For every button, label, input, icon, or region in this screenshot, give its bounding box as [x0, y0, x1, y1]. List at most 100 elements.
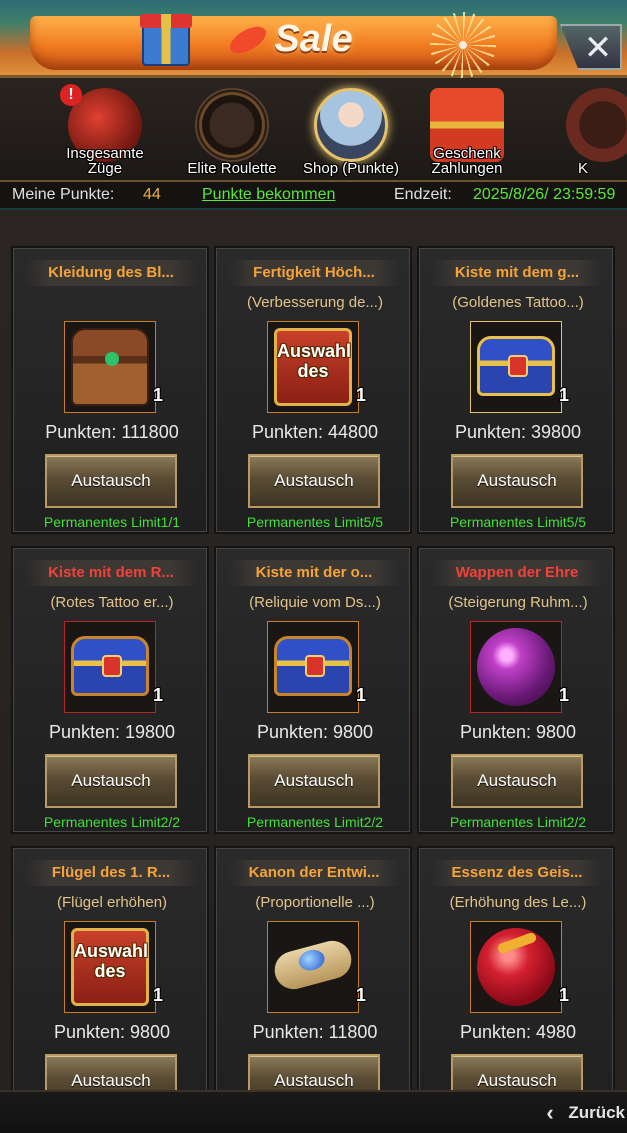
points-value: 44 — [143, 186, 161, 203]
exchange-button[interactable]: Austausch — [451, 454, 583, 508]
item-slot[interactable]: 1 — [470, 921, 569, 1013]
item-slot[interactable]: 1 — [64, 321, 163, 413]
item-title: Kiste mit der o... — [228, 560, 400, 586]
item-slot[interactable]: Auswahl des 1 — [64, 921, 163, 1013]
purchase-limit: Permanentes Limit5/5 — [449, 514, 587, 530]
item-title: Wappen der Ehre — [431, 560, 603, 586]
exchange-button[interactable]: Austausch — [45, 454, 177, 508]
tab-shop-punkte[interactable]: Shop (Punkte) — [296, 84, 406, 180]
hero-portrait-icon — [314, 88, 388, 162]
tab-label: Insgesamte Züge — [66, 145, 144, 177]
scroll-icon — [270, 936, 356, 994]
get-points-link[interactable]: Punkte bekommen — [202, 182, 335, 208]
purchase-limit: Permanentes Limit1/1 — [43, 514, 181, 530]
shop-item-card: Essenz des Geis... (Erhöhung des Le...) … — [417, 846, 615, 1090]
item-slot[interactable]: Auswahl des 1 — [267, 321, 366, 413]
item-subtitle: (Steigerung Ruhm...) — [448, 594, 588, 611]
sale-window: Sale ✕ ! Insgesamte Züge Elite Roulette … — [0, 0, 627, 1133]
item-quantity: 1 — [558, 385, 569, 405]
item-subtitle: (Proportionelle ...) — [255, 894, 375, 911]
tab-insgesamte-zuege[interactable]: ! Insgesamte Züge — [50, 84, 160, 180]
tab-label: Shop (Punkte) — [303, 160, 399, 177]
back-arrow-icon: ‹ — [546, 1100, 554, 1125]
item-price: Punkten: 19800 — [48, 722, 176, 742]
item-slot[interactable]: 1 — [267, 621, 366, 713]
purchase-limit: Permanentes Limit2/2 — [246, 814, 384, 830]
exchange-button[interactable]: Austausch — [248, 754, 380, 808]
selection-chest-icon: Auswahl des — [71, 928, 149, 1006]
gold-chest-icon — [477, 336, 555, 396]
item-price: Punkten: 4980 — [459, 1022, 577, 1042]
item-subtitle: (Flügel erhöhen) — [56, 894, 168, 911]
purchase-limit: Permanentes Limit5/5 — [246, 514, 384, 530]
selection-label: Auswahl des — [277, 341, 352, 381]
back-button[interactable]: ‹ Zurück — [542, 1100, 627, 1126]
end-time-label: Endzeit: — [394, 186, 452, 203]
end-time-value: 2025/8/26/ 23:59:59 — [473, 186, 616, 203]
shop-item-card: Fertigkeit Höch... (Verbesserung de...) … — [214, 246, 412, 534]
tab-elite-roulette[interactable]: Elite Roulette — [177, 84, 287, 180]
item-title: Kleidung des Bl... — [25, 260, 197, 286]
tab-more[interactable]: K — [548, 84, 627, 180]
exchange-button[interactable]: Austausch — [45, 754, 177, 808]
purple-orb-icon — [477, 628, 555, 706]
exchange-button[interactable]: Austausch — [248, 454, 380, 508]
item-slot[interactable]: 1 — [470, 621, 569, 713]
exchange-button[interactable]: Austausch — [451, 754, 583, 808]
tab-label: Geschenk Zahlungen — [431, 145, 503, 177]
item-quantity: 1 — [355, 985, 366, 1005]
item-subtitle: (Reliquie vom Ds...) — [249, 594, 381, 611]
alert-badge: ! — [60, 84, 82, 106]
item-price: Punkten: 9800 — [256, 722, 374, 742]
item-quantity: 1 — [355, 685, 366, 705]
item-price: Punkten: 9800 — [53, 1022, 171, 1042]
tab-label: Elite Roulette — [187, 160, 277, 177]
close-icon: ✕ — [583, 29, 613, 67]
purchase-limit: Permanentes Limit2/2 — [43, 814, 181, 830]
item-quantity: 1 — [558, 985, 569, 1005]
shop-item-card: Kiste mit dem g... (Goldenes Tattoo...) … — [417, 246, 615, 534]
item-quantity: 1 — [355, 385, 366, 405]
shop-grid[interactable]: Kleidung des Bl... 1 Punkten: 111800 Aus… — [0, 210, 627, 1090]
shop-item-card: Kanon der Entwi... (Proportionelle ...) … — [214, 846, 412, 1090]
item-price: Punkten: 111800 — [45, 422, 179, 442]
purchase-limit: Permanentes Limit2/2 — [449, 814, 587, 830]
item-quantity: 1 — [558, 685, 569, 705]
item-title: Kanon der Entwi... — [228, 860, 400, 886]
shop-item-card: Kleidung des Bl... 1 Punkten: 111800 Aus… — [11, 246, 209, 534]
shop-item-card: Wappen der Ehre (Steigerung Ruhm...) 1 P… — [417, 546, 615, 834]
exchange-button[interactable]: Austausch — [248, 1054, 380, 1090]
badge-icon — [566, 88, 627, 162]
item-subtitle: (Verbesserung de...) — [247, 294, 383, 311]
item-title: Flügel des 1. R... — [25, 860, 197, 886]
item-title: Kiste mit dem R... — [25, 560, 197, 586]
tab-label: K — [577, 161, 588, 176]
item-slot[interactable]: 1 — [64, 621, 163, 713]
item-price: Punkten: 9800 — [459, 722, 577, 742]
item-price: Punkten: 11800 — [252, 1022, 378, 1042]
item-subtitle: (Rotes Tattoo er...) — [50, 594, 174, 611]
item-subtitle: (Goldenes Tattoo...) — [452, 294, 584, 311]
item-quantity: 1 — [152, 685, 163, 705]
exchange-button[interactable]: Austausch — [451, 1054, 583, 1090]
red-essence-icon — [477, 928, 555, 1006]
item-slot[interactable]: 1 — [267, 921, 366, 1013]
back-label: Zurück — [568, 1103, 625, 1122]
shop-item-card: Kiste mit dem R... (Rotes Tattoo er...) … — [11, 546, 209, 834]
tab-bar: ! Insgesamte Züge Elite Roulette Shop (P… — [0, 78, 627, 182]
treasure-chest-icon — [71, 328, 149, 406]
sale-header: Sale ✕ — [0, 0, 627, 78]
shop-item-card: Flügel des 1. R... (Flügel erhöhen) Ausw… — [11, 846, 209, 1090]
item-subtitle: (Erhöhung des Le...) — [449, 894, 587, 911]
item-title: Essenz des Geis... — [431, 860, 603, 886]
item-slot[interactable]: 1 — [470, 321, 569, 413]
selection-label: Auswahl des — [74, 941, 149, 981]
orange-chest-icon — [274, 636, 352, 696]
points-label: Meine Punkte: — [12, 186, 115, 203]
tab-geschenk-zahlungen[interactable]: Geschenk Zahlungen — [412, 84, 522, 180]
page-title: Sale — [274, 18, 353, 60]
exchange-button[interactable]: Austausch — [45, 1054, 177, 1090]
selection-chest-icon: Auswahl des — [274, 328, 352, 406]
item-title: Kiste mit dem g... — [431, 260, 603, 286]
red-chest-icon — [71, 636, 149, 696]
